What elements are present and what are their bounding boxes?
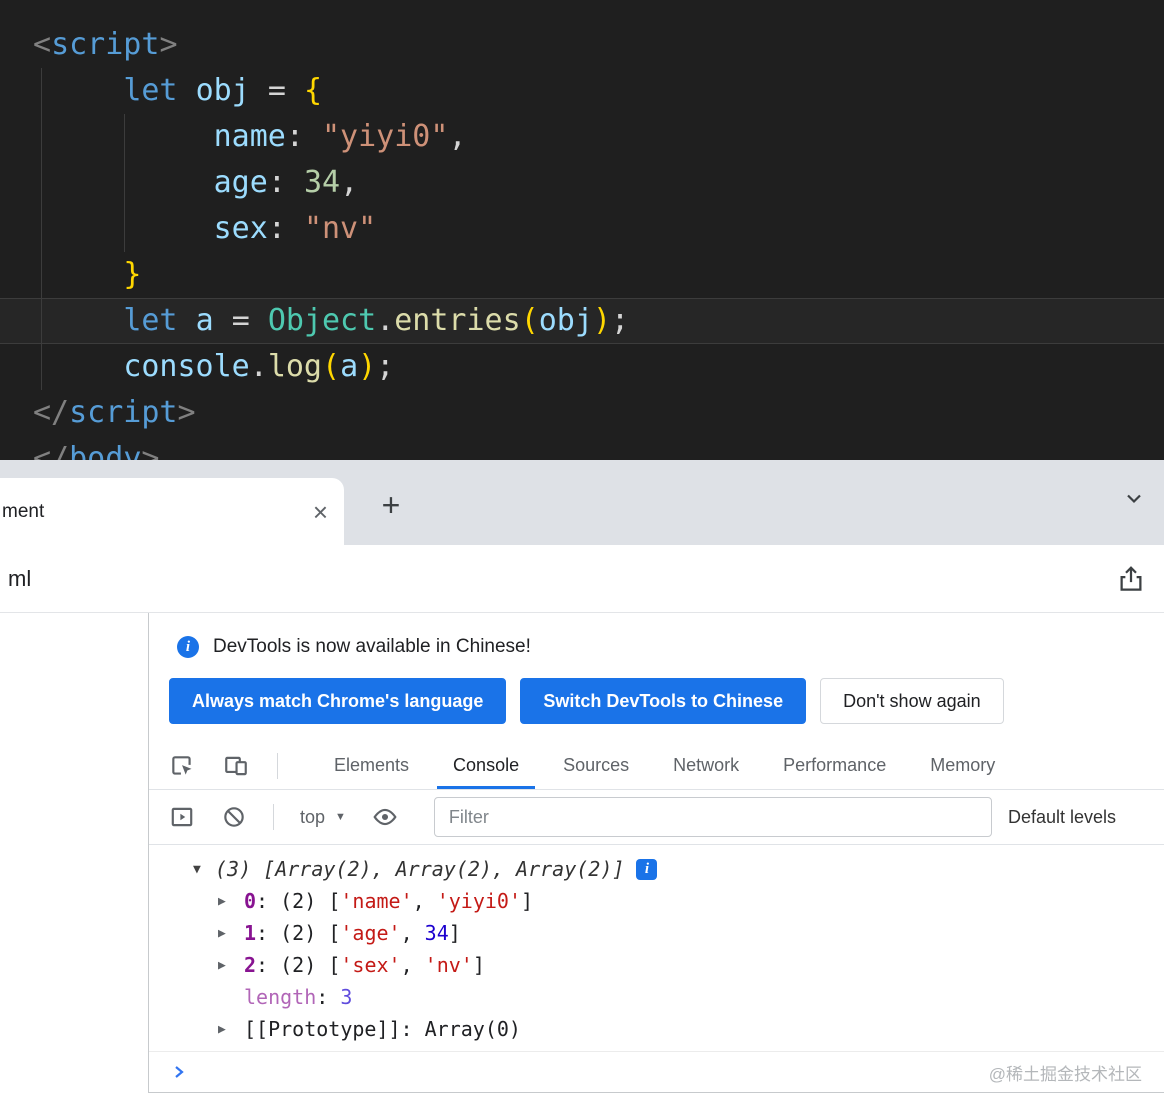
console-toolbar: top ▼ Default levels <box>149 790 1164 845</box>
code-line: console.log(a); <box>123 349 395 384</box>
browser-tab-strip: ment × + <box>0 460 1164 545</box>
expander-collapsed-icon[interactable]: ▶ <box>218 894 244 909</box>
expander-collapsed-icon[interactable]: ▶ <box>218 958 244 973</box>
devtools-tab-elements[interactable]: Elements <box>312 742 431 789</box>
browser-toolbar: ml <box>0 545 1164 613</box>
devtools-bottom-edge <box>148 1092 1164 1093</box>
context-label: top <box>300 806 326 827</box>
prompt-chevron-icon <box>175 1066 184 1078</box>
console-row[interactable]: ▶ 0: (2) ['name', 'yiyi0'] <box>149 885 1164 917</box>
screen: <script> let obj = { name: "yiyi0", age:… <box>0 0 1164 1098</box>
code-lines: <script> let obj = { name: "yiyi0", age:… <box>0 0 1164 460</box>
toolbar-separator <box>277 752 278 779</box>
code-line: let a = Object.entries(obj); <box>123 303 630 338</box>
console-output: ▼ (3) [Array(2), Array(2), Array(2)] i ▶ 0: … <box>149 845 1164 1051</box>
clear-console-icon[interactable] <box>221 804 247 830</box>
banner-button[interactable]: Switch DevTools to Chinese <box>520 678 807 724</box>
devtools-tabbar: Elements Console Sources Network Performance… <box>149 742 1164 790</box>
banner-message: DevTools is now available in Chinese! <box>213 636 531 657</box>
toolbar-separator <box>273 804 274 830</box>
expander-collapsed-icon[interactable]: ▶ <box>218 926 244 941</box>
new-tab-button[interactable]: + <box>372 486 410 524</box>
watermark: @稀土掘金技术社区 <box>988 1064 1142 1084</box>
value-info-icon[interactable]: i <box>636 858 658 880</box>
url-text[interactable]: ml <box>8 566 1116 592</box>
code-line: let obj = { <box>123 73 322 108</box>
console-row[interactable]: ▼ (3) [Array(2), Array(2), Array(2)] i <box>149 853 1164 885</box>
devtools-panel: i DevTools is now available in Chinese! … <box>149 613 1164 1092</box>
devtools-tab-sources[interactable]: Sources <box>541 742 651 789</box>
devtools-tab-performance[interactable]: Performance <box>761 742 908 789</box>
tab-title: ment <box>2 500 45 522</box>
share-icon[interactable] <box>1116 564 1146 594</box>
tab-close-icon[interactable]: × <box>313 499 328 525</box>
filter-input[interactable] <box>433 797 992 837</box>
chevron-down-icon[interactable] <box>1122 486 1146 515</box>
context-selector[interactable]: top ▼ <box>300 807 346 828</box>
inspect-element-icon[interactable] <box>169 753 195 779</box>
console-row[interactable]: ▶ 2: (2) ['sex', 'nv'] <box>149 949 1164 981</box>
expander-collapsed-icon[interactable]: ▶ <box>218 1022 244 1037</box>
console-row[interactable]: length: 3 <box>149 981 1164 1013</box>
language-banner: i DevTools is now available in Chinese! … <box>149 613 1164 742</box>
device-toolbar-icon[interactable] <box>223 753 249 779</box>
live-expression-eye-icon[interactable] <box>372 804 398 830</box>
code-line: sex: "nv" <box>213 211 377 246</box>
browser-tab[interactable]: ment × <box>0 478 344 545</box>
devtools-tab-memory[interactable]: Memory <box>908 742 1017 789</box>
code-line: </script> <box>33 395 196 430</box>
expander-expanded-icon[interactable]: ▼ <box>193 862 215 877</box>
code-line: } <box>123 257 142 292</box>
code-line: <script> <box>33 27 178 62</box>
log-levels-dropdown[interactable]: Default levels <box>1008 807 1164 828</box>
code-line: name: "yiyi0", <box>213 119 467 154</box>
console-row[interactable]: ▶ [[Prototype]]: Array(0) <box>149 1013 1164 1045</box>
banner-message-row: i DevTools is now available in Chinese! <box>177 631 1164 663</box>
devtools-tab-console[interactable]: Console <box>431 742 541 789</box>
devtools-tabs: Elements Console Sources Network Performance… <box>312 742 1017 789</box>
banner-buttons: Always match Chrome's language Switch Dev… <box>169 678 1164 724</box>
code-editor[interactable]: <script> let obj = { name: "yiyi0", age:… <box>0 0 1164 460</box>
chevron-down-icon: ▼ <box>335 811 346 823</box>
banner-button[interactable]: Always match Chrome's language <box>169 678 507 724</box>
console-sidebar-icon[interactable] <box>169 804 195 830</box>
code-line: age: 34, <box>213 165 359 200</box>
console-prompt[interactable]: @稀土掘金技术社区 <box>149 1051 1164 1092</box>
console-row[interactable]: ▶ 1: (2) ['age', 34] <box>149 917 1164 949</box>
code-line: </body> <box>33 441 160 460</box>
page-content-area <box>0 613 148 1098</box>
main-content: i DevTools is now available in Chinese! … <box>0 613 1164 1098</box>
banner-button[interactable]: Don't show again <box>820 678 1004 724</box>
devtools-tab-network[interactable]: Network <box>651 742 761 789</box>
info-icon: i <box>177 636 199 658</box>
